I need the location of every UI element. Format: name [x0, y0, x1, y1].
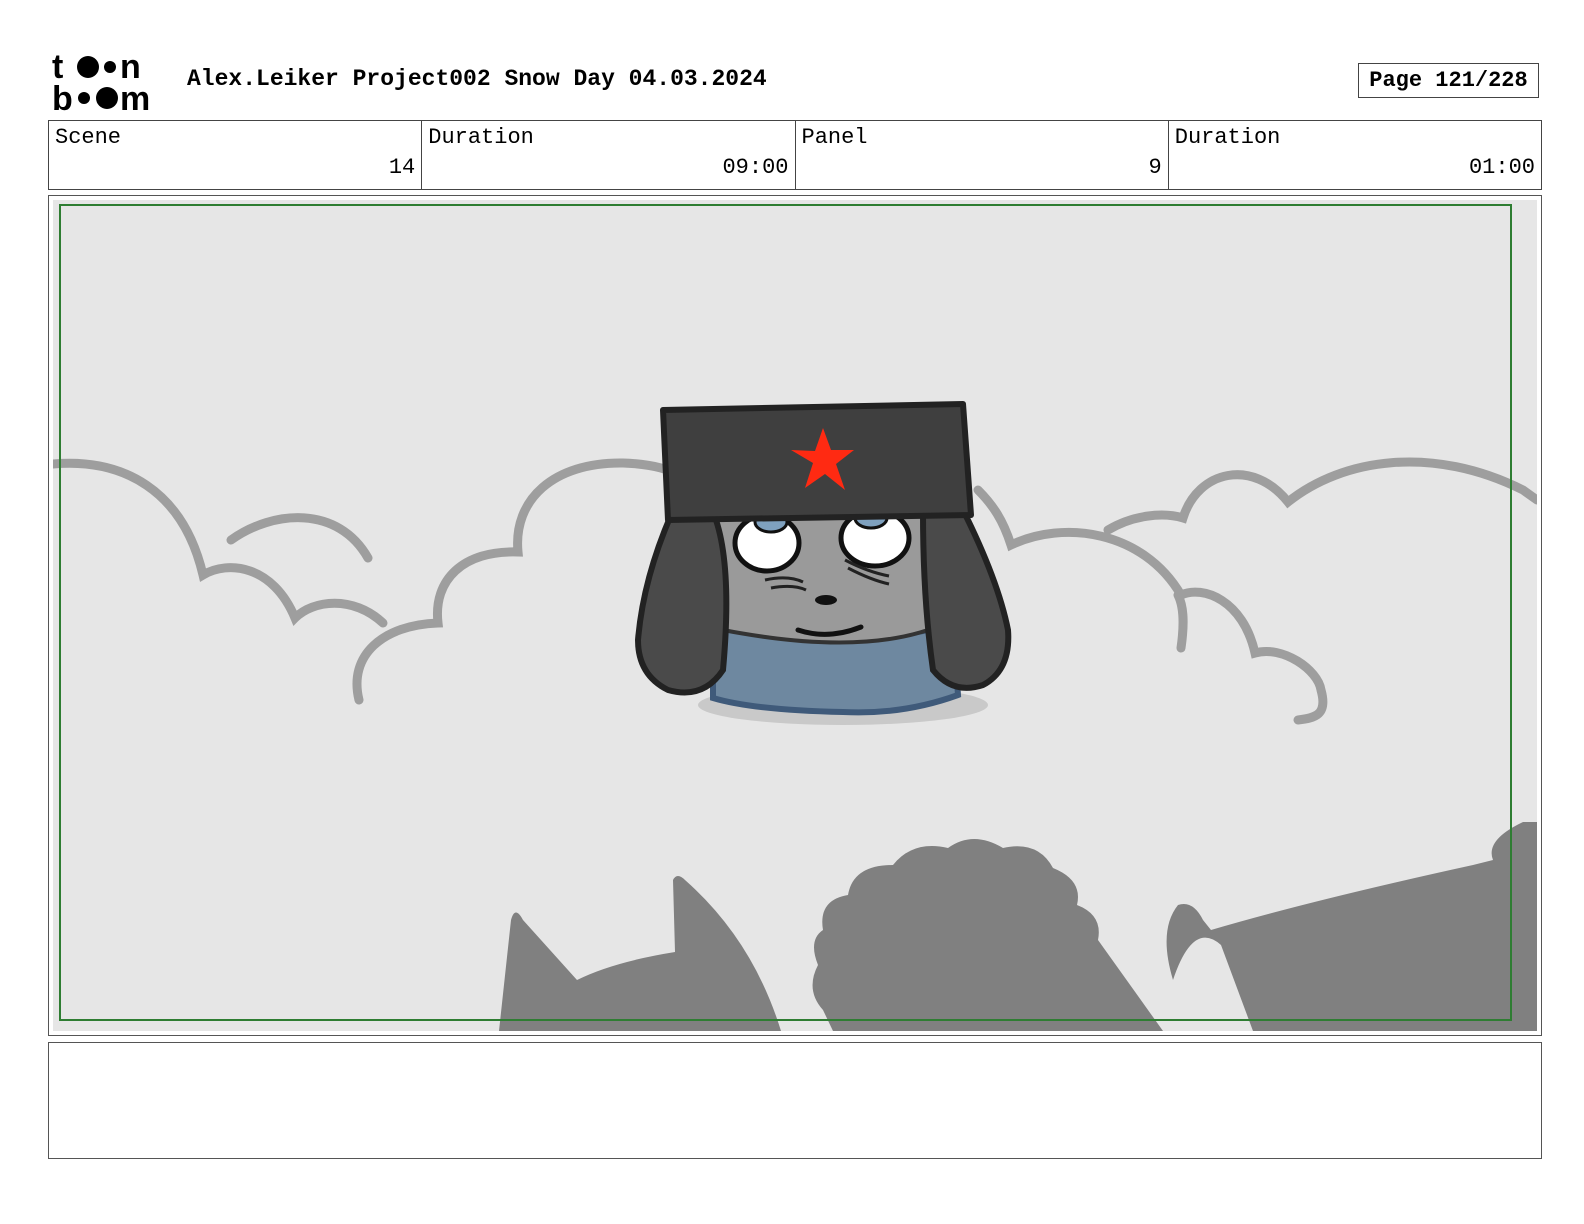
character: [634, 401, 1012, 725]
scene-value: 14: [388, 155, 416, 180]
scene-duration-label: Duration: [428, 125, 534, 150]
storyboard-panel: [48, 195, 1542, 1036]
storyboard-info-row: Scene 14 Duration 09:00 Panel 9 Duration…: [48, 120, 1542, 190]
scene-label: Scene: [55, 125, 122, 150]
panel-label: Panel: [801, 125, 868, 150]
panel-cell: Panel 9: [796, 121, 1169, 189]
toon-boom-logo: t n b m: [52, 50, 150, 112]
document-title: Alex.Leiker Project002 Snow Day 04.03.20…: [187, 66, 767, 92]
scene-cell: Scene 14: [49, 121, 423, 189]
cloud-right-mid: [1173, 590, 1188, 653]
scene-duration-cell: Duration 09:00: [422, 121, 796, 189]
panel-duration-label: Duration: [1174, 125, 1281, 150]
page-number: Page 121/228: [1358, 63, 1539, 98]
panel-value: 9: [1148, 155, 1162, 180]
panel-duration-cell: Duration 01:00: [1169, 121, 1541, 189]
panel-notes-box: [48, 1042, 1542, 1159]
nose: [815, 595, 837, 605]
svg-text:b: b: [52, 80, 73, 112]
scene-duration-value: 09:00: [722, 155, 789, 180]
panel-duration-value: 01:00: [1468, 155, 1535, 180]
panel-drawing: [53, 200, 1537, 1031]
svg-text:m: m: [120, 80, 150, 112]
